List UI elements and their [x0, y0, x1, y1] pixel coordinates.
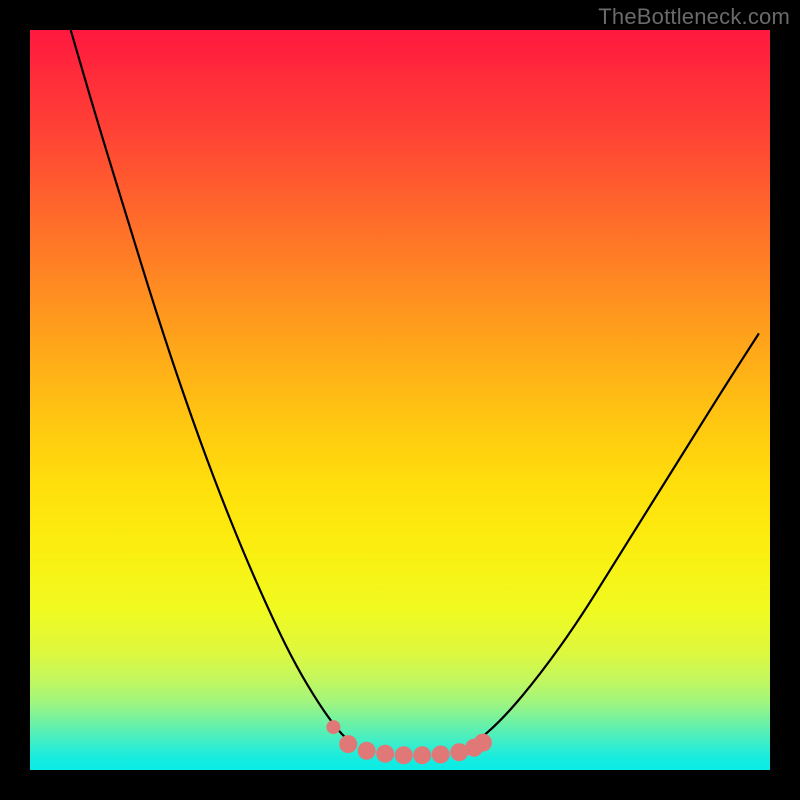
right-curve: [474, 333, 759, 744]
bottom-dots-point: [358, 742, 376, 760]
bottom-dots-point: [413, 746, 431, 764]
watermark-text: TheBottleneck.com: [598, 4, 790, 30]
left-curve: [71, 30, 352, 744]
chart-svg: [30, 30, 770, 770]
left-dot-point: [326, 720, 340, 734]
chart-frame: TheBottleneck.com: [0, 0, 800, 800]
dot-layer: [326, 720, 491, 764]
curve-layer: [71, 30, 759, 744]
bottom-dots-point: [339, 735, 357, 753]
plot-area: [30, 30, 770, 770]
bottom-dots-point: [376, 745, 394, 763]
bottom-dots-point: [432, 745, 450, 763]
bottom-dots-point: [474, 734, 492, 752]
bottom-dots-point: [395, 746, 413, 764]
